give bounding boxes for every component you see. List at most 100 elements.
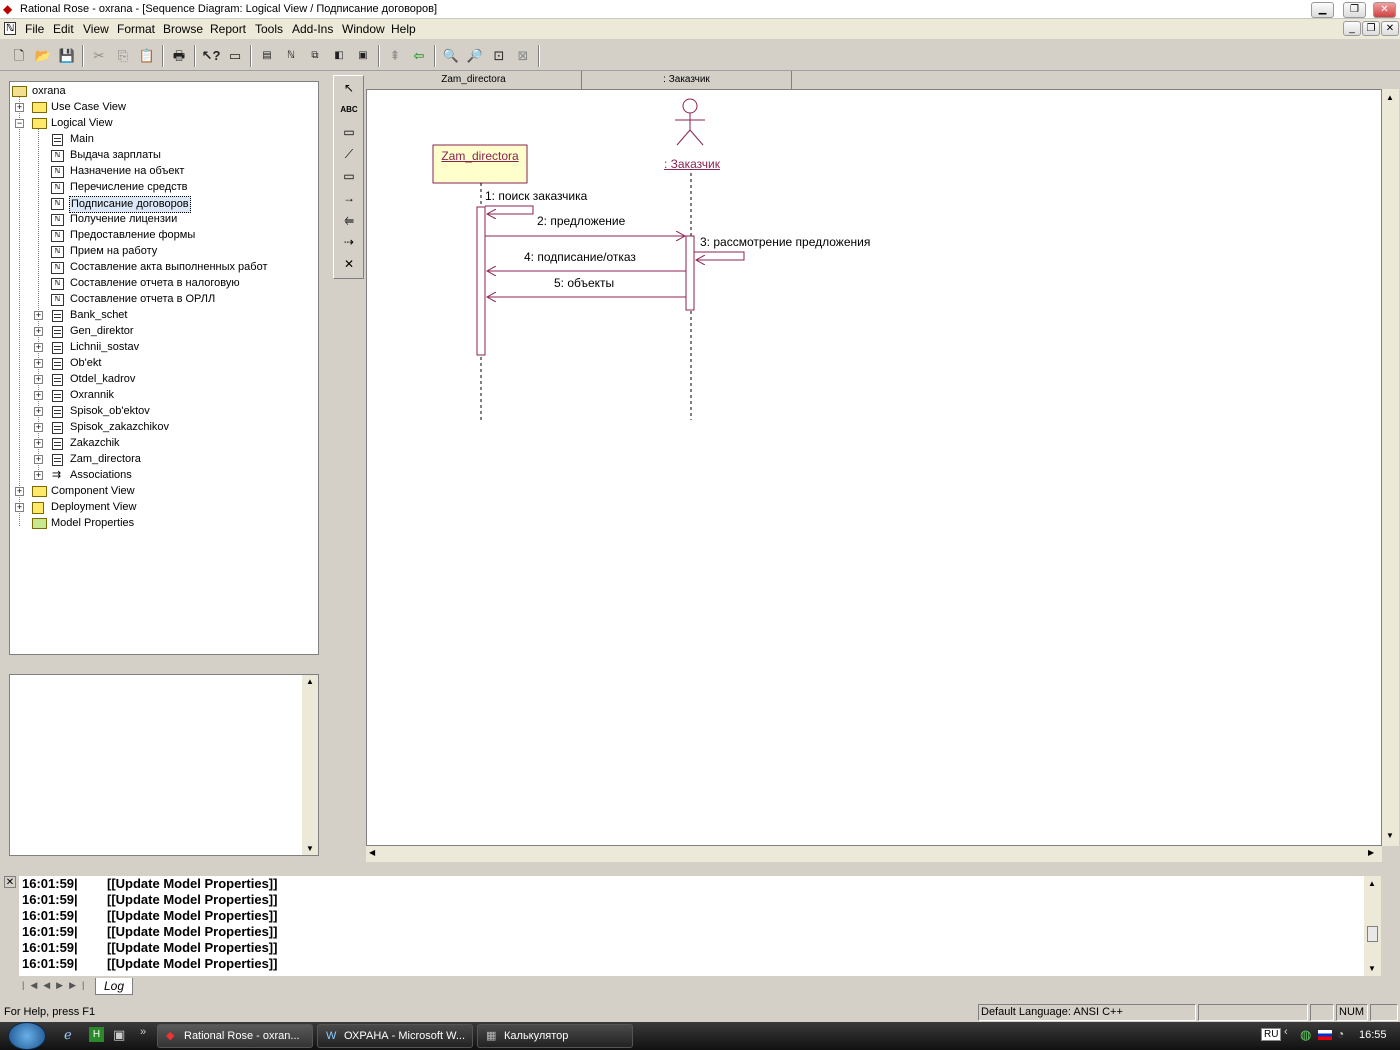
menu-format[interactable]: Format: [117, 22, 155, 36]
tree-item-diagram[interactable]: ℕ Составление отчета в налоговую: [10, 276, 310, 292]
ie-icon[interactable]: ℯ: [64, 1027, 72, 1043]
expand-icon[interactable]: +: [34, 311, 43, 320]
log-close-icon[interactable]: ✕: [4, 876, 16, 888]
tree-item-associations[interactable]: + ⇉ Associations: [10, 468, 310, 484]
log-window[interactable]: 16:01:59| [[Update Model Properties]] 16:…: [19, 876, 1381, 976]
tray-volume-icon[interactable]: ◔: [1337, 1027, 1344, 1041]
tree-item-diagram[interactable]: ℕ Назначение на объект: [10, 164, 310, 180]
maximize-button[interactable]: ❐: [1343, 2, 1366, 18]
cut-icon[interactable]: ✂: [88, 45, 110, 67]
browse-component-diagram-icon[interactable]: ⧉: [304, 45, 326, 67]
view-doc-icon[interactable]: ▭: [224, 45, 246, 67]
tree-item-class[interactable]: + Ob'ekt: [10, 356, 310, 372]
message-label-5[interactable]: 5: объекты: [554, 276, 614, 290]
expand-icon[interactable]: +: [15, 103, 24, 112]
tree-item-diagram[interactable]: Main: [10, 132, 310, 148]
tree-item-class[interactable]: + Bank_schet: [10, 308, 310, 324]
quicklaunch-app-icon[interactable]: H: [89, 1027, 104, 1042]
object-message-tool-icon[interactable]: →: [338, 188, 360, 208]
browse-state-diagram-icon[interactable]: ◧: [328, 45, 350, 67]
menu-window[interactable]: Window: [342, 22, 385, 36]
menu-edit[interactable]: Edit: [53, 22, 74, 36]
object-tool-icon[interactable]: ▭: [338, 166, 360, 186]
expand-icon[interactable]: +: [34, 455, 43, 464]
menu-tools[interactable]: Tools: [255, 22, 283, 36]
fit-in-window-icon[interactable]: ⊡: [488, 45, 510, 67]
tree-item-diagram[interactable]: ℕ Предоставление формы: [10, 228, 310, 244]
message-label-1[interactable]: 1: поиск заказчика: [485, 189, 587, 203]
activation-zam-directora[interactable]: [476, 206, 486, 356]
tree-item-diagram[interactable]: ℕ Перечисление средств: [10, 180, 310, 196]
task-calculator[interactable]: ▦ Калькулятор: [477, 1024, 633, 1048]
tray-expand-icon[interactable]: ‹: [1284, 1026, 1288, 1038]
scroll-down-icon[interactable]: ▼: [1386, 831, 1394, 840]
tree-item-diagram-selected[interactable]: ℕ Подписание договоров: [10, 196, 310, 213]
tree-item-class[interactable]: + Lichnii_sostav: [10, 340, 310, 356]
message-to-self-tool-icon[interactable]: ⥢: [338, 210, 360, 230]
task-rational-rose[interactable]: ◆ Rational Rose - oxran...: [157, 1024, 313, 1048]
scroll-up-icon[interactable]: ▲: [1368, 879, 1376, 888]
tree-item-diagram[interactable]: ℕ Составление акта выполненных работ: [10, 260, 310, 276]
menu-file[interactable]: File: [25, 22, 44, 36]
selection-tool-icon[interactable]: ↖: [338, 78, 360, 98]
tree-item-class[interactable]: + Otdel_kadrov: [10, 372, 310, 388]
tree-item-diagram[interactable]: ℕ Прием на работу: [10, 244, 310, 260]
open-icon[interactable]: 📂: [32, 45, 54, 67]
expand-icon[interactable]: +: [34, 471, 43, 480]
tree-item-model-properties[interactable]: Model Properties: [10, 516, 310, 532]
tree-item-diagram[interactable]: ℕ Получение лицензии: [10, 212, 310, 228]
expand-icon[interactable]: +: [34, 391, 43, 400]
expand-icon[interactable]: +: [34, 423, 43, 432]
mdi-close-button[interactable]: ✕: [1381, 21, 1399, 36]
log-scrollbar[interactable]: ▲ ▼: [1364, 876, 1381, 976]
tree-item-deployment-view[interactable]: + Deployment View: [10, 500, 310, 516]
note-tool-icon[interactable]: ▭: [338, 122, 360, 142]
close-button[interactable]: ✕: [1373, 2, 1396, 18]
doc-scrollbar[interactable]: ▲ ▼: [302, 675, 318, 855]
tree-item-class[interactable]: + Zam_directora: [10, 452, 310, 468]
tree-item-class[interactable]: + Gen_direktor: [10, 324, 310, 340]
expand-icon[interactable]: +: [15, 503, 24, 512]
message-label-4[interactable]: 4: подписание/отказ: [524, 250, 636, 264]
expand-icon[interactable]: +: [34, 327, 43, 336]
diagram-horizontal-scrollbar[interactable]: ◀ ▶: [366, 846, 1382, 862]
browse-deployment-diagram-icon[interactable]: ▣: [352, 45, 374, 67]
tray-flag-icon[interactable]: [1318, 1030, 1332, 1040]
diagram-vertical-scrollbar[interactable]: ▲ ▼: [1382, 89, 1399, 846]
expand-icon[interactable]: +: [34, 439, 43, 448]
mdi-diagram-icon[interactable]: ℕ: [4, 22, 17, 35]
undo-fit-icon[interactable]: ⊠: [512, 45, 534, 67]
activation-zakazchik[interactable]: [685, 235, 695, 311]
scroll-down-icon[interactable]: ▼: [306, 844, 314, 853]
documentation-pane[interactable]: ▲ ▼: [9, 674, 319, 856]
message-label-3[interactable]: 3: рассмотрение предложения: [700, 235, 870, 249]
new-icon[interactable]: 🗋: [8, 45, 30, 67]
message-arrow-1[interactable]: [485, 205, 534, 214]
menu-view[interactable]: View: [83, 22, 109, 36]
tree-item-class[interactable]: + Spisok_zakazchikov: [10, 420, 310, 436]
scroll-down-icon[interactable]: ▼: [1368, 964, 1376, 973]
scroll-thumb[interactable]: [1367, 926, 1378, 942]
desktop-icon[interactable]: ▣: [113, 1027, 125, 1043]
collapse-icon[interactable]: −: [15, 119, 24, 128]
text-box-tool-icon[interactable]: ABC: [338, 100, 360, 120]
zoom-out-icon[interactable]: 🔎: [464, 45, 486, 67]
browse-parent-icon[interactable]: ⇞: [384, 45, 406, 67]
quicklaunch-more-icon[interactable]: »: [140, 1026, 146, 1038]
menu-report[interactable]: Report: [210, 22, 246, 36]
tree-item-component-view[interactable]: + Component View: [10, 484, 310, 500]
language-indicator[interactable]: RU: [1261, 1028, 1282, 1041]
browse-class-diagram-icon[interactable]: ▤: [256, 45, 278, 67]
tree-item-class[interactable]: + Zakazchik: [10, 436, 310, 452]
print-icon[interactable]: 🖶: [168, 45, 190, 67]
message-label-2[interactable]: 2: предложение: [537, 214, 625, 228]
save-icon[interactable]: 💾: [56, 45, 78, 67]
actor-icon[interactable]: [675, 98, 705, 146]
scroll-left-icon[interactable]: ◀: [369, 848, 375, 857]
tree-item-use-case-view[interactable]: + Use Case View: [10, 100, 310, 116]
sequence-diagram-canvas[interactable]: Zam_directora : Заказчик 1: поиск заказч…: [366, 89, 1382, 846]
start-button[interactable]: [8, 1022, 46, 1050]
return-message-tool-icon[interactable]: ⇢: [338, 232, 360, 252]
scroll-up-icon[interactable]: ▲: [1386, 93, 1394, 102]
tree-item-diagram[interactable]: ℕ Выдача зарплаты: [10, 148, 310, 164]
